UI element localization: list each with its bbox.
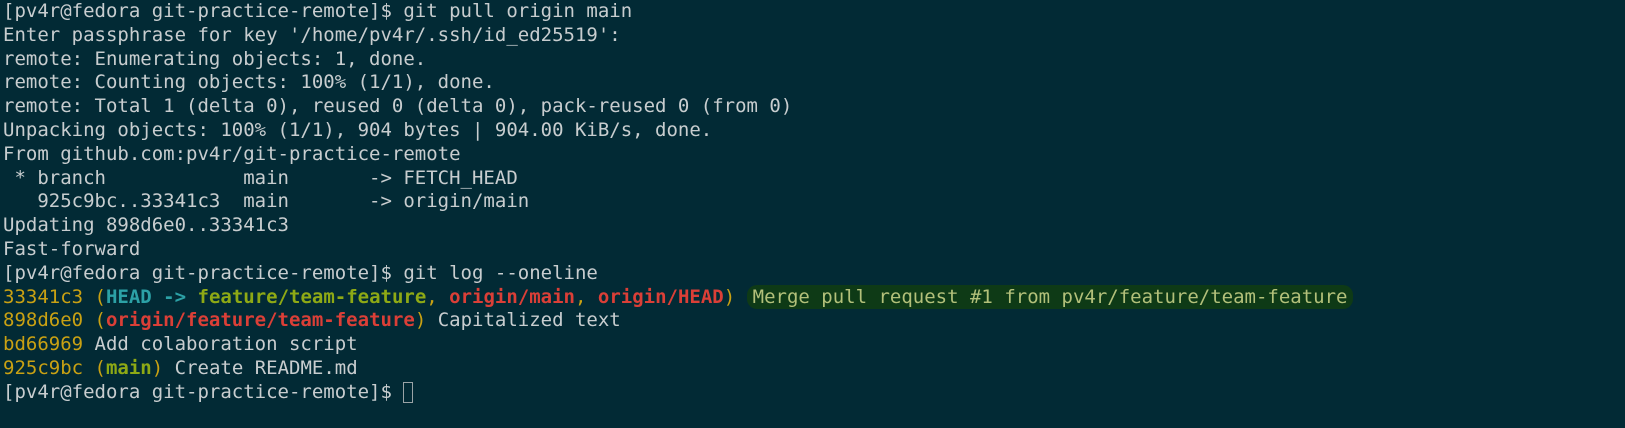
output-line: Fast-forward [3,237,141,260]
log-line: 898d6e0 (origin/feature/team-feature) Ca… [3,309,1625,333]
ref-separator: , [426,285,450,308]
ref-bracket: ( [83,285,106,308]
commit-message: Create README.md [163,356,358,379]
output-line: Enter passphrase for key '/home/pv4r/.ss… [3,23,621,46]
local-branch-ref: main [105,356,152,379]
ref-bracket: ( [83,356,106,379]
commit-message: Add colaboration script [83,333,358,356]
output-line: [pv4r@fedora git-practice-remote]$ git l… [3,261,598,284]
ref-bracket: ) [414,309,427,332]
ref-separator: , [575,285,598,308]
commit-hash: 898d6e0 [3,309,84,332]
terminal-window[interactable]: [pv4r@fedora git-practice-remote]$ git p… [0,0,1625,428]
ref-bracket: ) [723,285,736,308]
output-line: 925c9bc..33341c3 main -> origin/main [3,190,530,213]
commit-message-highlighted: Merge pull request #1 from pv4r/feature/… [746,284,1354,309]
ref-bracket: ) [151,356,164,379]
output-line: remote: Counting objects: 100% (1/1), do… [3,71,495,94]
shell-prompt: [pv4r@fedora git-practice-remote]$ [3,380,404,403]
remote-branch-ref: origin/feature/team-feature [105,309,415,332]
head-ref: HEAD [105,285,152,308]
local-branch-ref: feature/team-feature [197,285,427,308]
commit-hash: 925c9bc [3,356,84,379]
log-line: bd66969 Add colaboration script [3,333,1625,357]
output-line: remote: Enumerating objects: 1, done. [3,47,427,70]
output-line: Updating 898d6e0..33341c3 [3,214,289,237]
remote-branch-ref: origin/HEAD [597,285,724,308]
remote-branch-ref: origin/main [449,285,576,308]
output-line: [pv4r@fedora git-practice-remote]$ git p… [3,0,633,22]
text-cursor[interactable] [403,381,414,403]
output-line: From github.com:pv4r/git-practice-remote [3,142,461,165]
log-line: 33341c3 (HEAD -> feature/team-feature, o… [3,284,1625,310]
commit-hash: 33341c3 [3,285,84,308]
commit-hash: bd66969 [3,333,84,356]
prompt-line[interactable]: [pv4r@fedora git-practice-remote]$ [3,381,1625,405]
output-line: remote: Total 1 (delta 0), reused 0 (del… [3,95,793,118]
log-line: 925c9bc (main) Create README.md [3,357,1625,381]
head-arrow: -> [151,285,198,308]
ref-bracket: ( [83,309,106,332]
output-line: * branch main -> FETCH_HEAD [3,166,518,189]
output-line: Unpacking objects: 100% (1/1), 904 bytes… [3,118,713,141]
commit-message: Capitalized text [426,309,621,332]
